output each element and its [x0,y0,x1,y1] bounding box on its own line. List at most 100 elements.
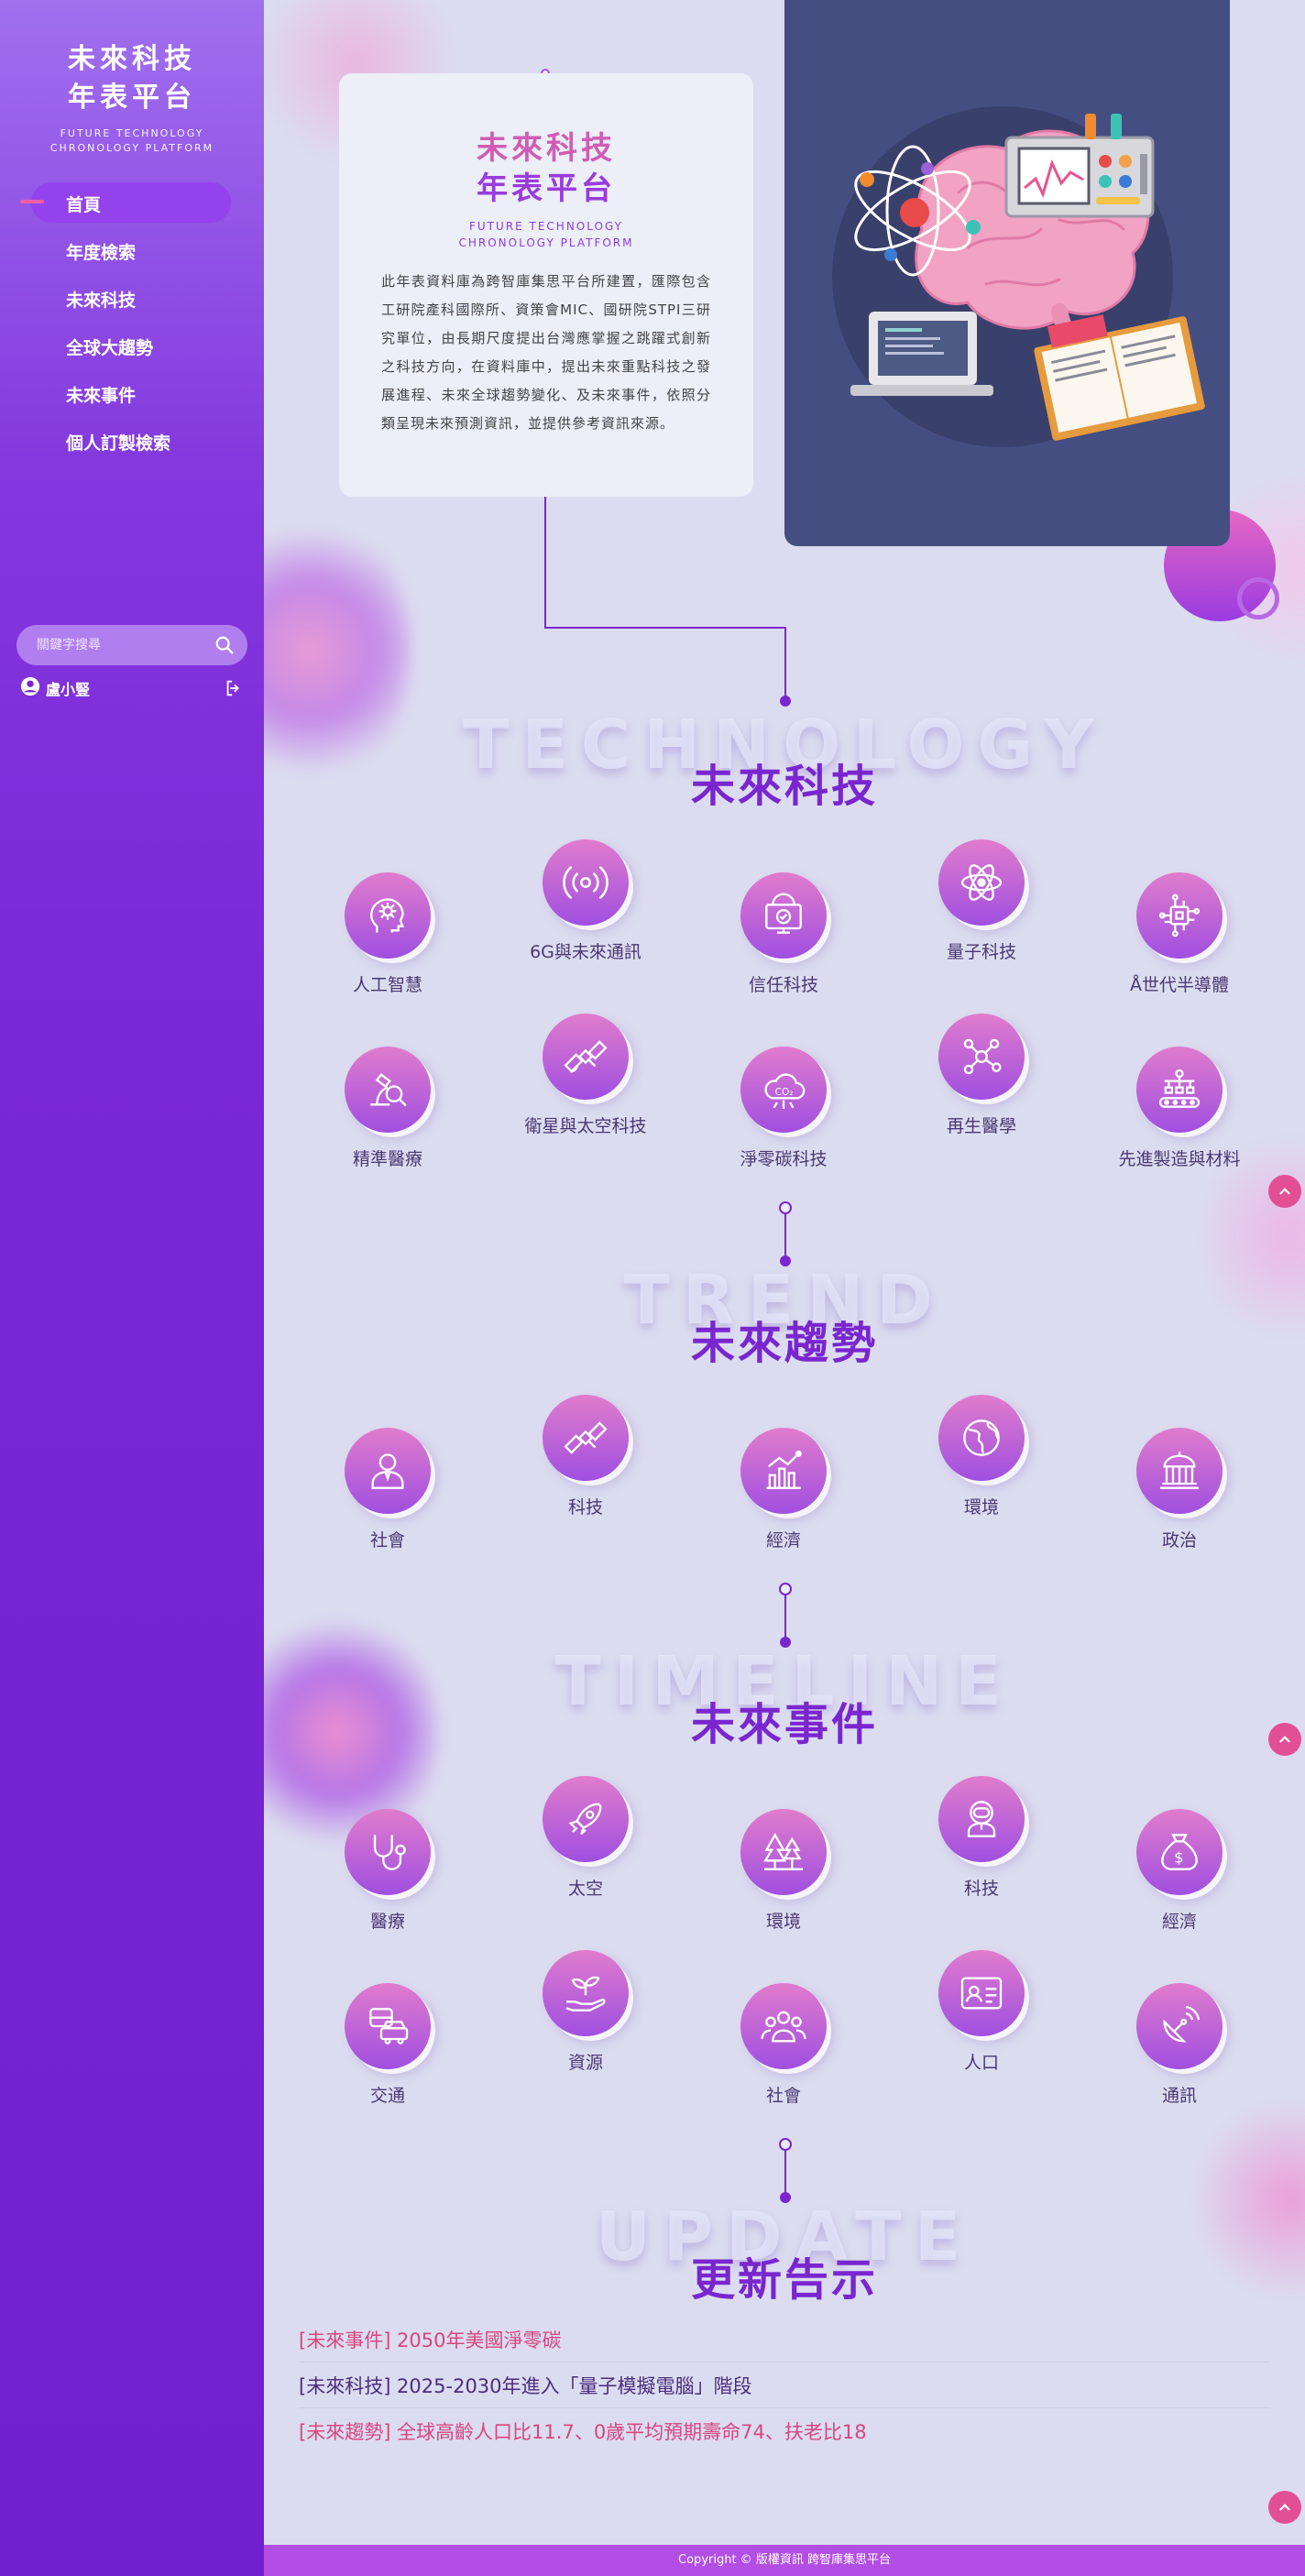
timeline-title: 未來事件 [690,1699,878,1750]
category-advanced-manufacturing[interactable]: 先進製造與材料 [1088,1047,1271,1170]
category-6g[interactable]: 6G與未來通訊 [494,839,677,963]
event-population[interactable]: 人口 [890,1950,1073,2074]
back-to-top-button[interactable] [1268,2491,1301,2524]
category-icon-circle [740,872,827,959]
category-icon-circle [938,1395,1025,1481]
category-label: 通訊 [1161,2086,1197,2106]
search-box [16,625,247,665]
event-economy[interactable]: $ 經濟 [1088,1809,1271,1933]
category-label: 淨零碳科技 [740,1149,828,1169]
category-icon-circle: $ [1136,1809,1223,1895]
event-technology[interactable]: 科技 [890,1776,1073,1900]
category-trust-tech[interactable]: 信任科技 [692,872,875,996]
category-icon-circle: CO₂ [740,1047,827,1133]
trend-politics[interactable]: 政治 [1088,1428,1271,1551]
vehicles-icon [369,2008,409,2044]
category-icon-circle [740,1983,827,2069]
event-space[interactable]: 太空 [494,1776,677,1900]
co2-cloud-icon: CO₂ [764,1073,806,1109]
sidebar-item-future-events[interactable]: 未來事件 [0,370,264,418]
event-society[interactable]: 社會 [692,1983,875,2107]
technology-title: 未來科技 [690,761,878,812]
chevron-up-icon [1279,1188,1290,1195]
category-icon-circle [1136,872,1223,959]
event-resources[interactable]: 資源 [494,1950,677,2074]
brand-title-line1: 未來科技 [68,43,196,75]
update-item[interactable]: [未來趨勢] 全球高齡人口比11.7、0歲平均預期壽命74、扶老比18 [299,2408,1270,2454]
category-label: 經濟 [1161,1912,1197,1932]
signal-icon [563,866,609,899]
active-indicator [20,200,44,203]
svg-text:CO₂: CO₂ [775,1087,794,1098]
stethoscope-icon [373,1835,406,1870]
user-name[interactable]: 盧小豎 [46,677,90,699]
category-precision-medicine[interactable]: 精準醫療 [296,1047,479,1170]
update-title: 更新告示 [690,2254,878,2306]
update-item[interactable]: [未來事件] 2050年美國淨零碳 [299,2317,1270,2362]
main-content: 未來科技 年表平台 FUTURE TECHNOLOGY CHRONOLOGY P… [264,0,1305,2576]
sidebar-item-future-tech[interactable]: 未來科技 [0,275,264,323]
intro-subtitle: FUTURE TECHNOLOGY CHRONOLOGY PLATFORM [339,218,753,251]
sidebar-item-label: 年度檢索 [66,242,137,263]
brain-science-illustration [832,106,1205,447]
category-quantum[interactable]: 量子科技 [890,839,1073,963]
category-icon-circle [938,1776,1025,1862]
back-to-top-button[interactable] [1268,1175,1301,1208]
trend-environment[interactable]: 環境 [890,1395,1073,1518]
category-label: 環境 [963,1497,999,1518]
svg-text:$: $ [1174,1849,1183,1867]
category-icon-circle [938,1014,1025,1100]
intro-title-line2: 年表平台 [477,170,616,207]
category-label: 醫療 [369,1912,405,1932]
chevron-up-icon [1279,2504,1290,2511]
category-label: 太空 [567,1879,603,1899]
category-icon-circle [345,1428,431,1514]
category-semiconductor[interactable]: Å世代半導體 [1088,872,1271,996]
category-satellite-space[interactable]: 衛星與太空科技 [494,1014,677,1137]
category-label: 人口 [963,2053,999,2073]
back-to-top-button[interactable] [1268,1723,1301,1756]
event-environment[interactable]: 環境 [692,1809,875,1933]
trend-society[interactable]: 社會 [296,1428,479,1551]
intro-subtitle-line2: CHRONOLOGY PLATFORM [458,236,634,249]
sidebar-item-label: 全球大趨勢 [66,337,154,358]
category-label: 社會 [765,2086,801,2106]
event-medical[interactable]: 醫療 [296,1809,479,1933]
sidebar-item-home[interactable]: 首頁 [0,180,264,227]
government-building-icon [1160,1452,1199,1489]
event-transport[interactable]: 交通 [296,1983,479,2107]
footer-copyright: Copyright © 版權資訊 跨智庫集思平台 [264,2545,1305,2576]
rocket-icon [568,1803,602,1836]
search-icon[interactable] [214,635,235,659]
category-icon-circle [938,1950,1025,2036]
category-icon-circle [1136,1047,1223,1133]
brand-logo[interactable]: 未來科技 年表平台 FUTURE TECHNOLOGY CHRONOLOGY P… [0,40,264,156]
person-icon [371,1453,404,1489]
logout-icon[interactable] [224,678,244,702]
category-label: 科技 [963,1879,999,1899]
category-regenerative-medicine[interactable]: 再生醫學 [890,1014,1073,1137]
sidebar-item-custom-search[interactable]: 個人訂製檢索 [0,418,264,466]
id-card-icon [960,1977,1003,2010]
category-icon-circle [345,872,431,959]
event-communication[interactable]: 通訊 [1088,1983,1271,2107]
trend-economy[interactable]: 經濟 [692,1428,875,1551]
chip-icon [1158,893,1201,937]
sidebar-item-global-trends[interactable]: 全球大趨勢 [0,323,264,370]
category-label: 社會 [369,1530,405,1551]
category-icon-circle [740,1809,827,1895]
intro-title-line1: 未來科技 [477,130,616,167]
search-input[interactable] [37,638,202,652]
hand-plant-icon [565,1976,606,2011]
brand-title-line2: 年表平台 [68,82,196,114]
brand-subtitle-line2: CHRONOLOGY PLATFORM [49,142,214,154]
category-label: 交通 [369,2086,405,2106]
category-net-zero[interactable]: CO₂ 淨零碳科技 [692,1047,875,1170]
atom-icon [960,864,1003,901]
trend-technology[interactable]: 科技 [494,1395,677,1518]
money-bag-icon: $ [1161,1834,1198,1870]
category-label: 量子科技 [946,942,1016,962]
category-ai[interactable]: 人工智慧 [296,872,479,996]
update-item[interactable]: [未來科技] 2025-2030年進入「量子模擬電腦」階段 [299,2362,1270,2408]
sidebar-item-year-search[interactable]: 年度檢索 [0,227,264,275]
